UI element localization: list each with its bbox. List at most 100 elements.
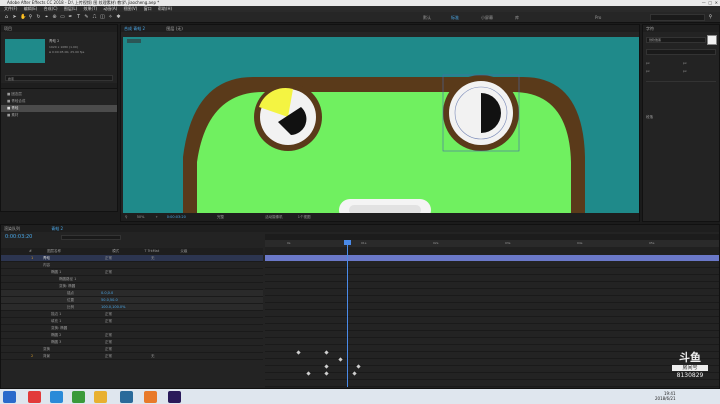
magnifier-icon[interactable]: ⚲: [125, 215, 128, 219]
workspace-standard[interactable]: 标准: [448, 14, 462, 21]
home-icon[interactable]: ⌂: [4, 15, 9, 20]
workspace-small-screen[interactable]: 小屏幕: [478, 14, 496, 21]
viewer-footer: ⚲ 50% ⌖ 0:00:03:20 完整 活动摄像机 1个视图: [121, 213, 639, 221]
app-icon[interactable]: [144, 391, 157, 403]
tools-toolbar: ⌂ ➤ ✋ ⚲ ↻ ⌖ ⊕ ▭ ✒ T ✎ ⎍ ◫ ✧ ✱ 默认 标准 小屏幕 …: [0, 12, 720, 23]
layer-row[interactable]: 椭圆 2 正常: [1, 332, 263, 339]
layer-row[interactable]: 变换: 椭圆: [1, 283, 263, 290]
search-icon[interactable]: ⚲: [708, 15, 713, 20]
layer-row[interactable]: 位置 50.0,50.0: [1, 297, 263, 304]
taskbar-clock[interactable]: 19:41 2018/6/21: [655, 391, 676, 401]
help-search-input[interactable]: [650, 14, 705, 21]
menu-item[interactable]: 帮助(H): [158, 6, 172, 11]
viewer-timecode[interactable]: 0:00:03:20: [167, 215, 186, 219]
project-file[interactable]: ■ 素材: [1, 112, 117, 119]
ruler-tick: 0s: [287, 241, 291, 245]
app-icon[interactable]: [72, 391, 85, 403]
rotate-tool-icon[interactable]: ↻: [36, 15, 41, 20]
font-style-select[interactable]: [646, 49, 716, 55]
brush-tool-icon[interactable]: ✎: [84, 15, 89, 20]
ruler-tick: 01s: [361, 241, 367, 245]
comp-canvas[interactable]: [123, 37, 639, 213]
column-num: #: [29, 249, 32, 253]
camera-icon[interactable]: ⌖: [156, 215, 158, 219]
comp-tab-active[interactable]: 合成 青蛙 2: [124, 26, 145, 31]
timeline-search-input[interactable]: [61, 235, 121, 240]
project-tab[interactable]: 项目: [1, 25, 117, 32]
workspace-library[interactable]: 库: [512, 14, 522, 21]
timeline-graph[interactable]: 0s 01s 02s 03s 04s 05s: [265, 234, 719, 388]
timeline-panel: 渲染队列 青蛙 2 0:00:03:20 # 图层名称 模式 T TrkMat …: [0, 224, 720, 389]
timeline-timecode[interactable]: 0:00:03:20: [5, 234, 32, 240]
menu-item[interactable]: 视图(V): [123, 6, 137, 11]
window-title: Adobe After Effects CC 2018 - D:\ 上传视频\ …: [7, 0, 160, 5]
selection-tool-icon[interactable]: ➤: [12, 15, 17, 20]
roto-tool-icon[interactable]: ✧: [108, 15, 113, 20]
pan-behind-tool-icon[interactable]: ⊕: [52, 15, 57, 20]
zoom-level[interactable]: 50%: [137, 215, 145, 219]
menu-item[interactable]: 合成(C): [44, 6, 58, 11]
watermark-room: 8130829: [676, 372, 704, 379]
views-select[interactable]: 1个视图: [298, 215, 311, 219]
puppet-tool-icon[interactable]: ✱: [116, 15, 121, 20]
app-icon[interactable]: [28, 391, 41, 403]
eraser-tool-icon[interactable]: ◫: [100, 15, 105, 20]
layer-row[interactable]: 椭圆 1 正常: [1, 269, 263, 276]
text-format-buttons[interactable]: [646, 81, 716, 105]
clock-date: 2018/6/21: [655, 396, 676, 401]
layer-row[interactable]: 1 青蛙 正常无: [1, 255, 263, 262]
folder-icon[interactable]: [94, 391, 107, 403]
menu-item[interactable]: 编辑(E): [24, 6, 38, 11]
pen-tool-icon[interactable]: ✒: [68, 15, 73, 20]
start-button-icon[interactable]: [3, 391, 16, 403]
paragraph-tab[interactable]: 段落: [646, 115, 653, 120]
layer-row[interactable]: 2 背景 正常无: [1, 353, 263, 360]
workspace-default[interactable]: 默认: [420, 14, 434, 21]
watermark-sub: 房间号: [672, 365, 708, 371]
app-icon[interactable]: [120, 391, 133, 403]
project-file-selected[interactable]: ■ 青蛙: [1, 105, 117, 112]
character-tab[interactable]: 字符: [643, 25, 719, 32]
zoom-tool-icon[interactable]: ⚲: [28, 15, 33, 20]
layer-row[interactable]: 比例 100.0,100.0%: [1, 304, 263, 311]
camera-tool-icon[interactable]: ⌖: [44, 15, 49, 20]
project-file[interactable]: ■ 固态层: [1, 91, 117, 98]
rectangle-tool-icon[interactable]: ▭: [60, 15, 65, 20]
layer-row[interactable]: 锚点 0.0,0.0: [1, 290, 263, 297]
time-ruler[interactable]: 0s 01s 02s 03s 04s 05s: [265, 240, 719, 247]
layer-row[interactable]: 描边 1 正常: [1, 311, 263, 318]
after-effects-icon[interactable]: [168, 391, 181, 403]
leading-label: px: [683, 61, 687, 65]
app-icon[interactable]: [50, 391, 63, 403]
type-tool-icon[interactable]: T: [76, 15, 81, 20]
menu-item[interactable]: 窗口: [144, 6, 152, 11]
layer-tab[interactable]: 图层 (无): [166, 26, 182, 31]
playhead-handle[interactable]: [344, 240, 351, 245]
layer-row[interactable]: 椭圆路径 1: [1, 276, 263, 283]
layer-row[interactable]: 变换: 椭圆: [1, 325, 263, 332]
menu-item[interactable]: 图层(L): [64, 6, 77, 11]
project-file[interactable]: ■ 青蛙合成: [1, 98, 117, 105]
menu-item[interactable]: 动画(A): [103, 6, 117, 11]
hand-tool-icon[interactable]: ✋: [20, 15, 26, 20]
render-queue-tab[interactable]: 渲染队列: [4, 226, 20, 231]
layer-list: 1 青蛙 正常无 内容 椭圆 1 正常 椭圆路径 1 变换: 椭圆 锚点 0.0,0.0…: [1, 255, 263, 388]
menu-item[interactable]: 文件(F): [4, 6, 17, 11]
camera-select[interactable]: 活动摄像机: [265, 215, 283, 219]
menu-item[interactable]: 效果(T): [83, 6, 97, 11]
ruler-tick: 02s: [433, 241, 439, 245]
playhead-line[interactable]: [347, 240, 348, 387]
project-item-name: 青蛙 2: [49, 39, 60, 43]
layer-row[interactable]: 变换 正常: [1, 346, 263, 353]
resolution-select[interactable]: 完整: [217, 215, 224, 219]
timeline-comp-tab[interactable]: 青蛙 2: [51, 226, 63, 231]
layer-row[interactable]: 填充 1 正常: [1, 318, 263, 325]
project-search-input[interactable]: 搜索: [5, 75, 113, 81]
stamp-tool-icon[interactable]: ⎍: [92, 15, 97, 20]
project-thumbnail: [5, 39, 45, 63]
workspace-pro[interactable]: Pro: [592, 14, 604, 21]
layer-row[interactable]: 椭圆 3 正常: [1, 339, 263, 346]
fill-color-swatch[interactable]: [707, 35, 717, 45]
layer-row[interactable]: 内容: [1, 262, 263, 269]
font-select[interactable]: 微软雅黑: [646, 37, 706, 43]
